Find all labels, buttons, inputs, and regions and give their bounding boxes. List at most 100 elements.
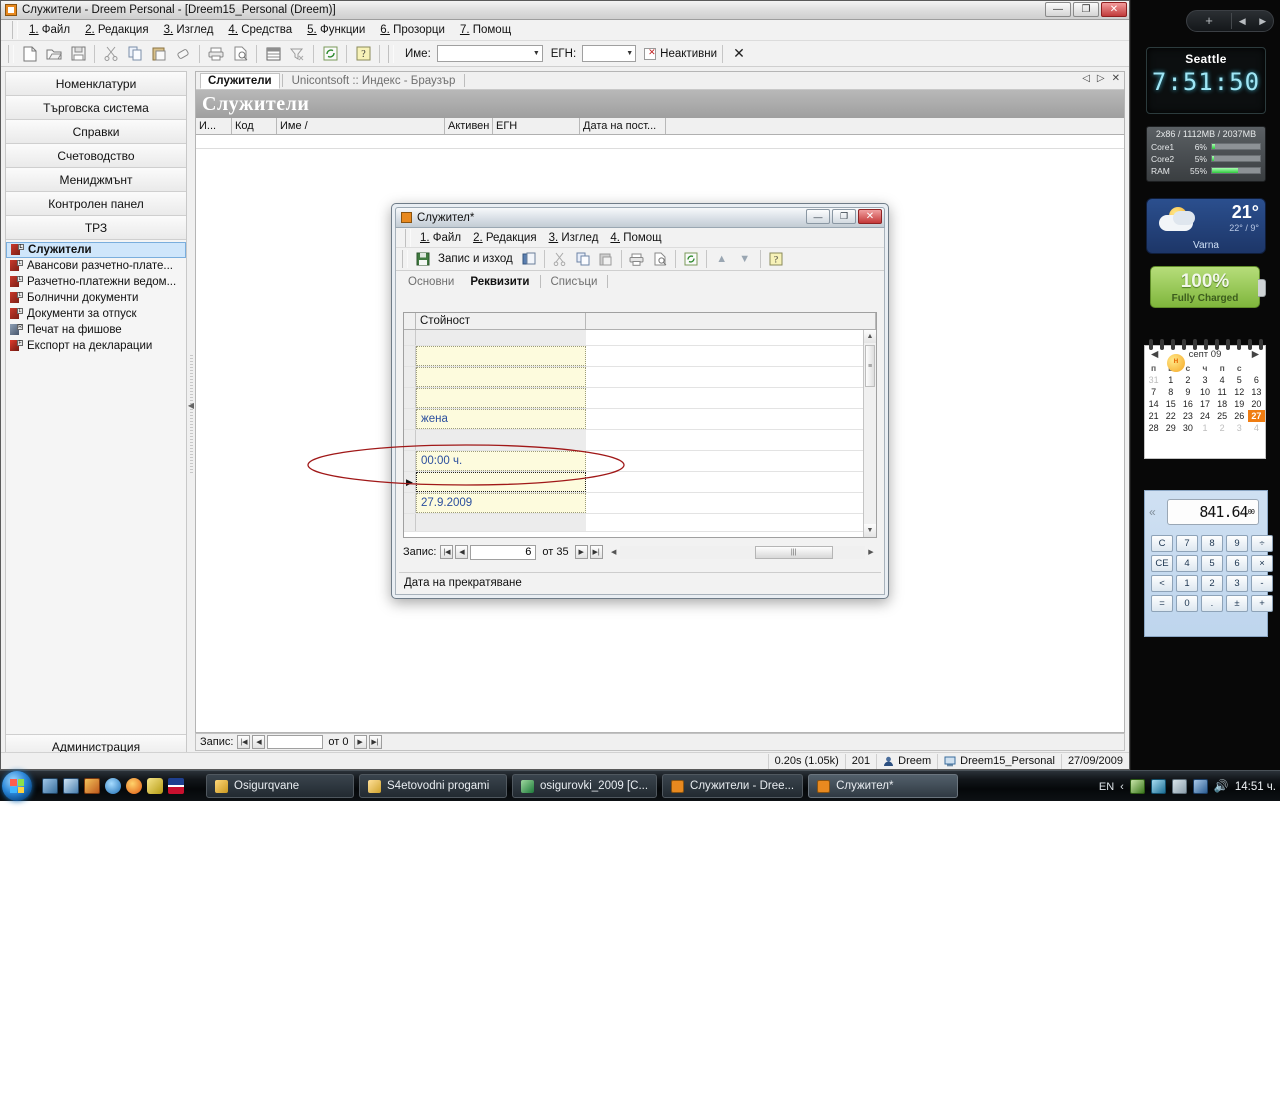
sidebar-item-leave-documents[interactable]: L Документи за отпуск [6, 306, 186, 322]
save-copy-icon[interactable] [518, 249, 540, 269]
table-row[interactable] [404, 367, 863, 388]
egn-filter-combo[interactable]: ▼ [582, 45, 637, 62]
calc-key-2[interactable]: 2 [1201, 575, 1223, 592]
calendar-gadget[interactable]: ◀ септ 09 ▶ п в с ч п с н 31 1 2 3 4 5 6 [1144, 339, 1266, 459]
calendar-day[interactable]: 24 [1196, 410, 1213, 422]
tab-index-browser[interactable]: Unicontsoft :: Индекс - Браузър [285, 74, 463, 88]
print-preview-icon[interactable] [649, 249, 671, 269]
dialog-tab-basic[interactable]: Основни [400, 274, 462, 290]
scroll-up-icon[interactable]: ▲ [864, 330, 876, 343]
move-down-icon[interactable]: ▼ [734, 249, 756, 269]
hscroll-thumb[interactable]: ||| [754, 545, 833, 559]
calendar-day[interactable]: 4 [1214, 374, 1231, 386]
inactive-checkbox[interactable]: Неактивни [644, 47, 717, 60]
grid-vertical-scrollbar[interactable]: ▲ ≡ ▼ [863, 330, 876, 537]
chevron-down-icon[interactable]: ▼ [533, 50, 540, 57]
calendar-day[interactable]: 1 [1196, 422, 1213, 434]
battery-gadget[interactable]: 100% Fully Charged [1150, 266, 1266, 308]
paste-icon[interactable] [148, 44, 170, 64]
chevron-down-icon[interactable]: ▼ [626, 50, 633, 57]
help-icon[interactable]: ? [765, 249, 787, 269]
calendar-day[interactable]: 21 [1145, 410, 1162, 422]
menu-help[interactable]: 7. Помощ [453, 22, 518, 38]
cell-value[interactable]: 27.9.2009 [416, 493, 586, 513]
eraser-icon[interactable] [172, 44, 194, 64]
column-header-code[interactable]: Код [232, 118, 277, 134]
calendar-day[interactable]: 7 [1145, 386, 1162, 398]
table-row[interactable] [404, 430, 863, 451]
sidebar-item-export-declarations[interactable]: F Експорт на декларации [6, 338, 186, 354]
calendar-day[interactable]: 2 [1214, 422, 1231, 434]
paste-icon[interactable] [595, 249, 617, 269]
dialog-prev-record-button[interactable]: ◀ [455, 545, 469, 559]
table-row[interactable]: 00:00 ч. [404, 451, 863, 472]
dialog-first-record-button[interactable]: |◀ [440, 545, 454, 559]
calc-key-6[interactable]: 6 [1226, 555, 1248, 572]
calendar-day[interactable]: 3 [1196, 374, 1213, 386]
cell-value[interactable] [416, 346, 586, 366]
table-row[interactable] [404, 346, 863, 367]
dialog-minimize-button[interactable]: — [806, 209, 830, 224]
new-document-icon[interactable] [19, 44, 41, 64]
tab-prev-icon[interactable]: ◁ [1082, 73, 1090, 84]
column-header-egn[interactable]: ЕГН [493, 118, 580, 134]
cell-value[interactable] [416, 388, 586, 408]
dialog-maximize-button[interactable]: ❐ [832, 209, 856, 224]
cell-value[interactable] [416, 330, 586, 345]
save-icon[interactable] [67, 44, 89, 64]
dialog-toolbar-grip[interactable] [402, 250, 408, 268]
cell-value[interactable] [416, 430, 586, 450]
collapse-arrow-icon[interactable]: ◀ [188, 401, 194, 410]
dialog-menu-edit[interactable]: 2. Редакция [467, 230, 542, 246]
calendar-day[interactable]: 20 [1248, 398, 1265, 410]
gadget-next-icon[interactable]: ▶ [1259, 16, 1266, 27]
calendar-day[interactable]: 18 [1214, 398, 1231, 410]
nav-button-nomenclatures[interactable]: Номенклатури [6, 72, 186, 96]
menu-functions[interactable]: 5. Функции [300, 22, 372, 38]
row-selector[interactable] [404, 514, 416, 531]
menu-edit[interactable]: 2. Редакция [78, 22, 155, 38]
refresh-icon[interactable] [680, 249, 702, 269]
column-header-name[interactable]: Име / [277, 118, 445, 134]
calc-key-clear-entry[interactable]: CE [1151, 555, 1173, 572]
dialog-menu-help[interactable]: 4. Помощ [604, 230, 667, 246]
table-row[interactable]: 27.9.2009 [404, 493, 863, 514]
calc-key-1[interactable]: 1 [1176, 575, 1198, 592]
nav-button-accounting[interactable]: Счетоводство [6, 144, 186, 168]
speaker-icon[interactable]: 🔊 [1214, 779, 1229, 794]
calendar-day[interactable]: 11 [1214, 386, 1231, 398]
scroll-left-icon[interactable]: ◀ [608, 548, 620, 556]
row-selector[interactable] [404, 451, 416, 471]
start-button[interactable] [2, 771, 32, 801]
search-group-grip[interactable] [388, 44, 394, 63]
name-filter-combo[interactable]: ▼ [436, 45, 543, 62]
calc-key-backspace[interactable]: < [1151, 575, 1173, 592]
minimize-button[interactable]: — [1045, 2, 1071, 17]
cpu-meter-gadget[interactable]: 2x86 / 1112MB / 2037MB Core1 6% Core2 5%… [1146, 126, 1266, 182]
calc-key-divide[interactable]: ÷ [1251, 535, 1273, 552]
print-icon[interactable] [626, 249, 648, 269]
print-preview-icon[interactable] [229, 44, 251, 64]
panel-splitter[interactable]: ◀ [187, 71, 195, 759]
row-selector[interactable] [404, 409, 416, 429]
tray-expand-icon[interactable]: ‹ [1120, 781, 1124, 793]
menu-windows[interactable]: 6. Прозорци [373, 22, 452, 38]
help-icon[interactable]: ? [352, 44, 374, 64]
tab-close-icon[interactable]: ✕ [1112, 73, 1120, 84]
calc-key-7[interactable]: 7 [1176, 535, 1198, 552]
calendar-day[interactable]: 9 [1179, 386, 1196, 398]
move-up-icon[interactable]: ▲ [711, 249, 733, 269]
show-desktop-icon[interactable] [42, 778, 58, 794]
calendar-day[interactable]: 4 [1248, 422, 1265, 434]
calendar-day[interactable]: 16 [1179, 398, 1196, 410]
dialog-close-button[interactable]: ✕ [858, 209, 882, 224]
sidebar-item-employees[interactable]: L Служители [6, 242, 186, 258]
scrollbar-thumb[interactable]: ≡ [865, 345, 875, 387]
battery-icon[interactable] [1171, 779, 1187, 794]
clock-gadget[interactable]: Seattle 7:51:50 [1146, 47, 1266, 114]
cell-value[interactable]: жена [416, 409, 586, 429]
calendar-day[interactable]: 26 [1231, 410, 1248, 422]
nav-button-trz[interactable]: ТРЗ [6, 216, 186, 240]
calendar-day[interactable]: 19 [1231, 398, 1248, 410]
network-icon[interactable] [1192, 779, 1208, 794]
